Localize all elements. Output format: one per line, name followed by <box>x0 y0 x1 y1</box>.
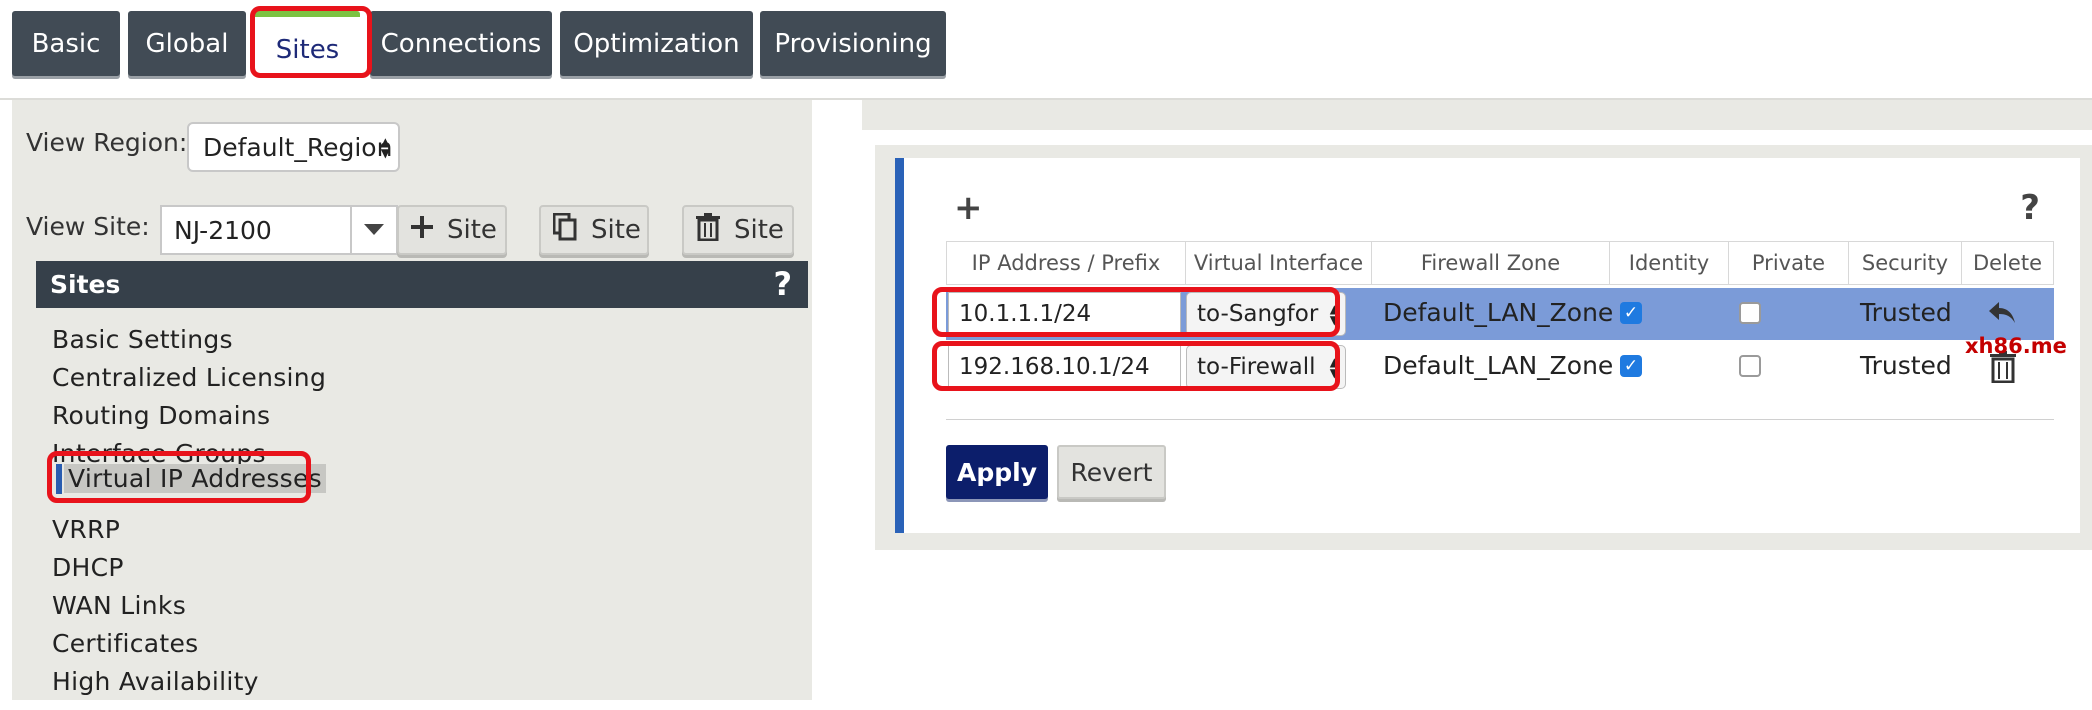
column-header[interactable]: Delete <box>1962 242 2053 284</box>
tab-sites[interactable]: Sites <box>255 11 360 77</box>
sidebar-item-high-availability[interactable]: High Availability <box>52 667 259 696</box>
sidebar-item-vrrp[interactable]: VRRP <box>52 515 120 544</box>
column-header[interactable]: Firewall Zone <box>1372 242 1610 284</box>
sidebar-item-dhcp[interactable]: DHCP <box>52 553 124 582</box>
view-site-value: NJ-2100 <box>174 216 272 245</box>
identity-checkbox[interactable]: ✓ <box>1620 302 1642 324</box>
undo-icon[interactable] <box>1989 302 2015 328</box>
delete-site-button[interactable]: Site <box>682 205 794 255</box>
tab-optimization[interactable]: Optimization <box>560 11 753 76</box>
clone-site-label: Site <box>591 215 641 245</box>
private-checkbox[interactable] <box>1739 302 1761 324</box>
private-checkbox[interactable] <box>1739 355 1761 377</box>
tab-connections[interactable]: Connections <box>370 11 552 76</box>
sidebar-item-basic-settings[interactable]: Basic Settings <box>52 325 233 354</box>
column-header[interactable]: Virtual Interface <box>1186 242 1372 284</box>
firewall-zone-value: Default_LAN_Zone <box>1383 351 1614 380</box>
trash-icon <box>696 212 720 248</box>
chevron-down-icon[interactable] <box>350 207 396 253</box>
add-site-button[interactable]: Site <box>397 205 507 255</box>
sites-header-title: Sites <box>50 270 121 299</box>
view-region-select[interactable]: Default_Region ▲ ▼ <box>187 122 400 172</box>
ip-prefix-input[interactable]: 192.168.10.1/24 <box>948 345 1181 389</box>
sidebar-item-wan-links[interactable]: WAN Links <box>52 591 186 620</box>
virtual-interface-select[interactable]: to-Sangfor ▲ ▼ <box>1186 292 1346 336</box>
virtual-interface-value: to-Firewall <box>1197 354 1316 380</box>
select-arrows-icon: ▲ ▼ <box>1329 355 1339 380</box>
view-site-combobox[interactable]: NJ-2100 <box>160 205 398 255</box>
watermark-text: xh86.me <box>1965 334 2067 358</box>
sidebar-item-centralized-licensing[interactable]: Centralized Licensing <box>52 363 326 392</box>
column-header[interactable]: Identity <box>1610 242 1729 284</box>
virtual-interface-value: to-Sangfor <box>1197 301 1319 327</box>
apply-button[interactable]: Apply <box>946 445 1048 499</box>
identity-checkbox[interactable]: ✓ <box>1620 355 1642 377</box>
select-arrows-icon: ▲ ▼ <box>380 135 390 160</box>
tab-provisioning[interactable]: Provisioning <box>760 11 946 76</box>
clone-site-button[interactable]: Site <box>539 205 649 255</box>
sidebar-item-routing-domains[interactable]: Routing Domains <box>52 401 270 430</box>
security-value: Trusted <box>1860 351 1952 380</box>
table-row[interactable]: 192.168.10.1/24 to-Firewall ▲ ▼ Default_L… <box>946 341 2054 393</box>
view-region-label: View Region: <box>26 128 188 157</box>
security-value: Trusted <box>1860 298 1952 327</box>
sites-header: Sites ? <box>36 261 808 308</box>
vip-help-icon[interactable]: ? <box>2020 188 2040 228</box>
tab-basic[interactable]: Basic <box>12 11 120 76</box>
left-panel: View Region: Default_Region ▲ ▼ View Site… <box>12 100 812 700</box>
select-arrows-icon: ▲ ▼ <box>1329 302 1339 327</box>
view-site-label: View Site: <box>26 212 150 241</box>
sidebar-item-virtual-ip-addresses[interactable]: Virtual IP Addresses <box>64 464 326 493</box>
add-site-label: Site <box>447 215 497 245</box>
vip-table-header: IP Address / Prefix Virtual Interface Fi… <box>946 241 2054 285</box>
ip-prefix-input[interactable]: 10.1.1.1/24 <box>948 292 1181 336</box>
column-header[interactable]: Private <box>1729 242 1849 284</box>
virtual-interface-select[interactable]: to-Firewall ▲ ▼ <box>1186 345 1346 389</box>
vip-card: + ? IP Address / Prefix Virtual Interfac… <box>895 158 2080 533</box>
firewall-zone-value: Default_LAN_Zone <box>1383 298 1614 327</box>
delete-site-label: Site <box>734 215 784 245</box>
top-tab-bar: Basic Global Sites Connections Optimizat… <box>0 0 2092 100</box>
plus-icon <box>411 215 433 245</box>
table-row[interactable]: 10.1.1.1/24 to-Sangfor ▲ ▼ Default_LAN_Zo… <box>946 288 2054 340</box>
content-top-strip <box>862 100 2092 130</box>
column-header[interactable]: Security <box>1849 242 1962 284</box>
divider <box>946 419 2054 420</box>
revert-button[interactable]: Revert <box>1057 445 1166 499</box>
active-indicator <box>56 464 62 494</box>
tab-global[interactable]: Global <box>128 11 246 76</box>
view-region-value: Default_Region <box>203 132 393 162</box>
add-vip-button[interactable]: + <box>954 188 983 228</box>
copy-icon <box>552 212 577 248</box>
sidebar-item-certificates[interactable]: Certificates <box>52 629 198 658</box>
sites-help-icon[interactable]: ? <box>773 265 792 303</box>
column-header[interactable]: IP Address / Prefix <box>947 242 1186 284</box>
